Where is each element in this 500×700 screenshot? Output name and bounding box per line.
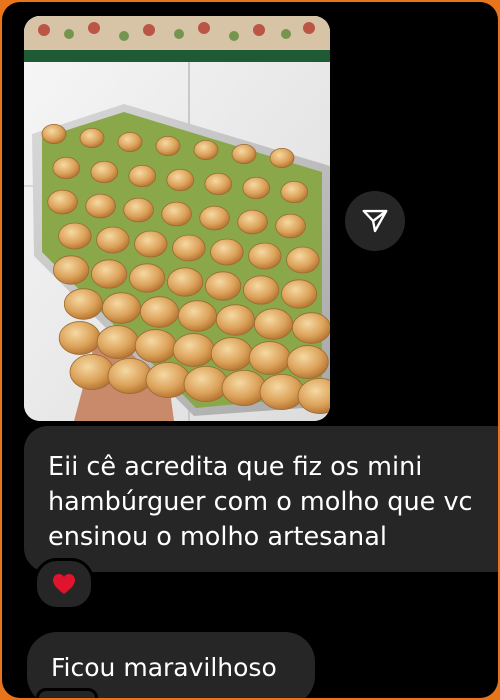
paper-plane-icon xyxy=(362,209,388,233)
shared-photo[interactable] xyxy=(24,16,330,421)
mini-burger-tray-image xyxy=(24,16,330,421)
message-bubble[interactable]: Eii cê acredita que fiz os mini hambúrgu… xyxy=(24,426,498,572)
heart-icon xyxy=(53,574,75,594)
message-text: Ficou maravilhoso xyxy=(51,653,277,682)
share-button[interactable] xyxy=(345,191,405,251)
message-reaction[interactable] xyxy=(34,558,94,610)
message-reaction-partial xyxy=(36,688,98,698)
dm-conversation: Eii cê acredita que fiz os mini hambúrgu… xyxy=(2,2,498,698)
message-text: Eii cê acredita que fiz os mini hambúrgu… xyxy=(48,452,473,552)
